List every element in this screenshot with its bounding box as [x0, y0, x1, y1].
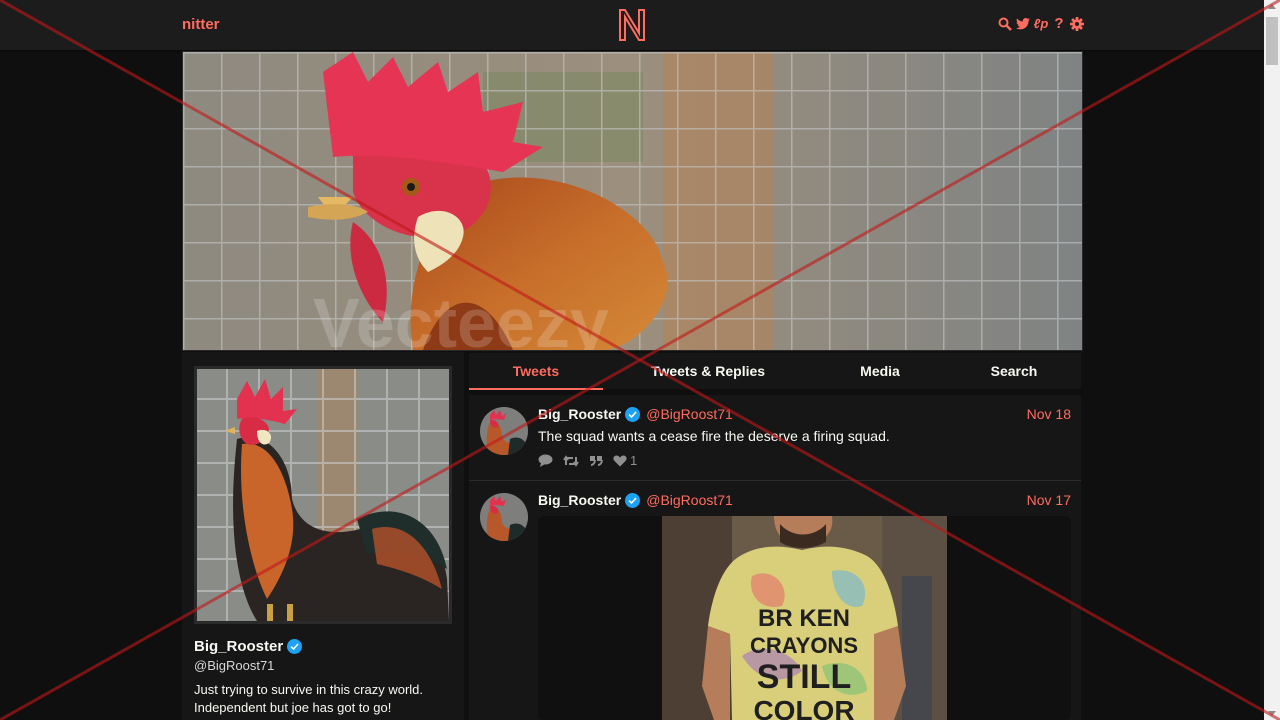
- profile-bio: Just trying to survive in this crazy wor…: [194, 682, 424, 715]
- tweet-avatar[interactable]: [480, 407, 528, 455]
- watermark-text: Vecteezy: [313, 284, 609, 350]
- profile-avatar[interactable]: [194, 366, 452, 624]
- retweet-stat: [563, 454, 579, 467]
- search-icon[interactable]: [998, 16, 1012, 32]
- tweet-media[interactable]: BR KEN CRAYONS STILL COLOR: [538, 516, 1071, 720]
- tweet-header: Big_Rooster @BigRoost71: [538, 492, 733, 508]
- quote-stat: [589, 455, 603, 466]
- instance-icon[interactable]: ℓp: [1034, 16, 1049, 32]
- scroll-down-arrow-icon[interactable]: [1268, 711, 1276, 716]
- banner-rooster-image: Vecteezy: [183, 52, 1082, 350]
- tweet-text: The squad wants a cease fire the deserve…: [538, 428, 890, 444]
- nitter-logo[interactable]: [617, 7, 647, 43]
- tweet-header: Big_Rooster @BigRoost71: [538, 406, 733, 422]
- verified-icon: [625, 492, 641, 508]
- profile-fullname[interactable]: Big_Rooster: [194, 638, 283, 655]
- brand-link[interactable]: nitter: [182, 16, 220, 33]
- like-stat: 1: [613, 453, 637, 468]
- help-icon[interactable]: ?: [1052, 16, 1066, 32]
- tweet-username[interactable]: @BigRoost71: [646, 492, 733, 508]
- twitter-bird-icon[interactable]: [1016, 16, 1030, 32]
- shirt-text-line2: CRAYONS: [750, 633, 858, 658]
- tab-tweets-replies[interactable]: Tweets & Replies: [603, 353, 813, 389]
- timeline-tabs: Tweets Tweets & Replies Media Search: [469, 353, 1081, 390]
- tweet-item[interactable]: Big_Rooster @BigRoost71 Nov 17 BR KEN CR…: [469, 481, 1081, 720]
- nav-icons: ℓp ?: [998, 16, 1084, 32]
- tweet-username[interactable]: @BigRoost71: [646, 406, 733, 422]
- profile-card: Big_Rooster @BigRoost71 Just trying to s…: [182, 352, 464, 720]
- tab-tweets[interactable]: Tweets: [469, 353, 603, 390]
- retweet-icon: [563, 454, 579, 467]
- tweet-stats: 1: [538, 453, 637, 468]
- tab-search[interactable]: Search: [947, 353, 1081, 389]
- tweet-fullname[interactable]: Big_Rooster: [538, 492, 621, 508]
- scrollbar-thumb[interactable]: [1266, 17, 1278, 65]
- profile-banner[interactable]: Vecteezy: [182, 51, 1083, 351]
- shirt-text-line3: STILL: [757, 658, 851, 696]
- tweet-fullname[interactable]: Big_Rooster: [538, 406, 621, 422]
- tweet-date[interactable]: Nov 17: [1027, 492, 1071, 508]
- tweet-item[interactable]: Big_Rooster @BigRoost71 Nov 18 The squad…: [469, 395, 1081, 481]
- scroll-up-arrow-icon[interactable]: [1268, 4, 1276, 9]
- tweet-image[interactable]: BR KEN CRAYONS STILL COLOR: [662, 516, 947, 720]
- tab-media[interactable]: Media: [813, 353, 947, 389]
- verified-icon: [625, 406, 641, 422]
- heart-icon: [613, 455, 627, 466]
- top-navbar: nitter ℓp ?: [0, 0, 1264, 50]
- reply-stat: [538, 454, 553, 467]
- comment-icon: [538, 454, 553, 467]
- tweet-date[interactable]: Nov 18: [1027, 406, 1071, 422]
- quote-icon: [590, 456, 603, 466]
- like-count: 1: [630, 453, 638, 468]
- profile-username[interactable]: @BigRoost71: [194, 658, 274, 673]
- shirt-text-line1: BR KEN: [758, 605, 850, 632]
- verified-icon: [287, 639, 303, 654]
- tweet-avatar[interactable]: [480, 493, 528, 541]
- profile-name-row: Big_Rooster: [194, 638, 303, 655]
- page-scrollbar[interactable]: [1264, 0, 1280, 720]
- gear-icon[interactable]: [1070, 16, 1084, 32]
- shirt-text-line4: COLOR: [753, 695, 854, 720]
